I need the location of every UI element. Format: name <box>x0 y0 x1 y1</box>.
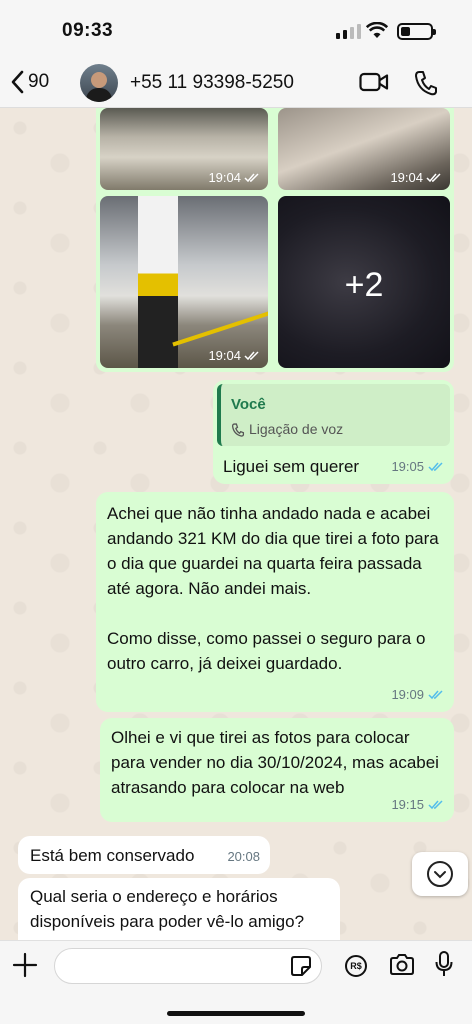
photo-thumbnail[interactable]: 19:04 <box>100 196 268 368</box>
video-call-button[interactable] <box>359 71 389 93</box>
camera-button[interactable] <box>389 954 415 976</box>
status-time: 09:33 <box>62 20 114 41</box>
message-bubble-outgoing[interactable]: Achei que não tinha andado nada e acabei… <box>96 492 454 712</box>
message-text: Liguei sem querer <box>223 457 360 476</box>
message-time: 19:04 <box>208 348 241 363</box>
voice-message-button[interactable] <box>435 951 453 977</box>
sticker-icon <box>291 956 311 976</box>
photo-thumbnail[interactable]: 19:04 <box>278 108 450 190</box>
read-ticks-icon <box>428 689 443 699</box>
chat-header: 90 +55 11 93398-5250 <box>0 62 472 108</box>
quote-text: Ligação de voz <box>249 421 344 437</box>
attach-button[interactable] <box>12 952 38 978</box>
voice-call-button[interactable] <box>414 70 438 96</box>
message-bubble-outgoing[interactable]: Você Ligação de voz Liguei sem querer 19… <box>213 380 454 484</box>
cellular-signal-icon <box>336 24 361 39</box>
photo-thumbnail[interactable]: 19:04 <box>100 108 268 190</box>
home-indicator <box>167 1011 305 1016</box>
chevron-down-icon <box>427 861 453 887</box>
contact-name[interactable]: +55 11 93398-5250 <box>130 72 294 94</box>
message-text: Achei que não tinha andado nada e acabei… <box>107 504 439 673</box>
message-bubble-incoming[interactable]: Qual seria o endereço e horários disponí… <box>18 878 340 940</box>
phone-icon <box>415 71 437 96</box>
read-ticks-icon <box>244 350 259 360</box>
read-ticks-icon <box>426 172 441 182</box>
sticker-button[interactable] <box>290 955 312 977</box>
wifi-icon <box>366 22 388 39</box>
read-ticks-icon <box>428 461 443 471</box>
chat-area[interactable]: 19:04 19:04 19:04 +2 Você Ligação de voz… <box>0 108 472 940</box>
quoted-message[interactable]: Você Ligação de voz <box>217 384 450 446</box>
contact-avatar[interactable] <box>80 64 118 102</box>
read-ticks-icon <box>244 172 259 182</box>
message-input-bar: R$ <box>0 940 472 1024</box>
message-bubble-incoming[interactable]: Está bem conservado 20:08 <box>18 836 270 874</box>
message-time: 19:09 <box>391 687 424 702</box>
read-ticks-icon <box>428 799 443 809</box>
battery-icon <box>397 23 436 40</box>
message-text: Qual seria o endereço e horários disponí… <box>30 887 305 931</box>
message-time: 19:05 <box>391 459 424 474</box>
message-input[interactable] <box>54 948 322 984</box>
microphone-icon <box>435 951 453 976</box>
camera-icon <box>390 954 414 975</box>
phone-icon <box>231 422 245 437</box>
plus-icon <box>12 952 38 978</box>
scroll-to-bottom-button[interactable] <box>412 852 468 896</box>
message-time: 20:08 <box>227 849 260 864</box>
payment-button[interactable]: R$ <box>345 955 367 977</box>
message-text: Está bem conservado <box>30 846 195 865</box>
message-time: 19:04 <box>208 170 241 185</box>
video-camera-icon <box>359 72 389 92</box>
back-button[interactable]: 90 <box>10 70 49 94</box>
photo-thumbnail-more[interactable]: +2 <box>278 196 450 368</box>
message-bubble-outgoing[interactable]: Olhei e vi que tirei as fotos para coloc… <box>100 718 454 822</box>
status-bar: 09:33 <box>0 0 472 62</box>
unread-count: 90 <box>28 71 50 92</box>
quote-sender: Você <box>231 396 266 413</box>
more-photos-count: +2 <box>344 266 384 304</box>
message-time: 19:04 <box>390 170 423 185</box>
message-text: Olhei e vi que tirei as fotos para coloc… <box>111 728 439 797</box>
photo-album-message[interactable]: 19:04 19:04 19:04 +2 <box>96 108 454 372</box>
message-time: 19:15 <box>391 797 424 812</box>
chevron-left-icon <box>11 70 24 94</box>
